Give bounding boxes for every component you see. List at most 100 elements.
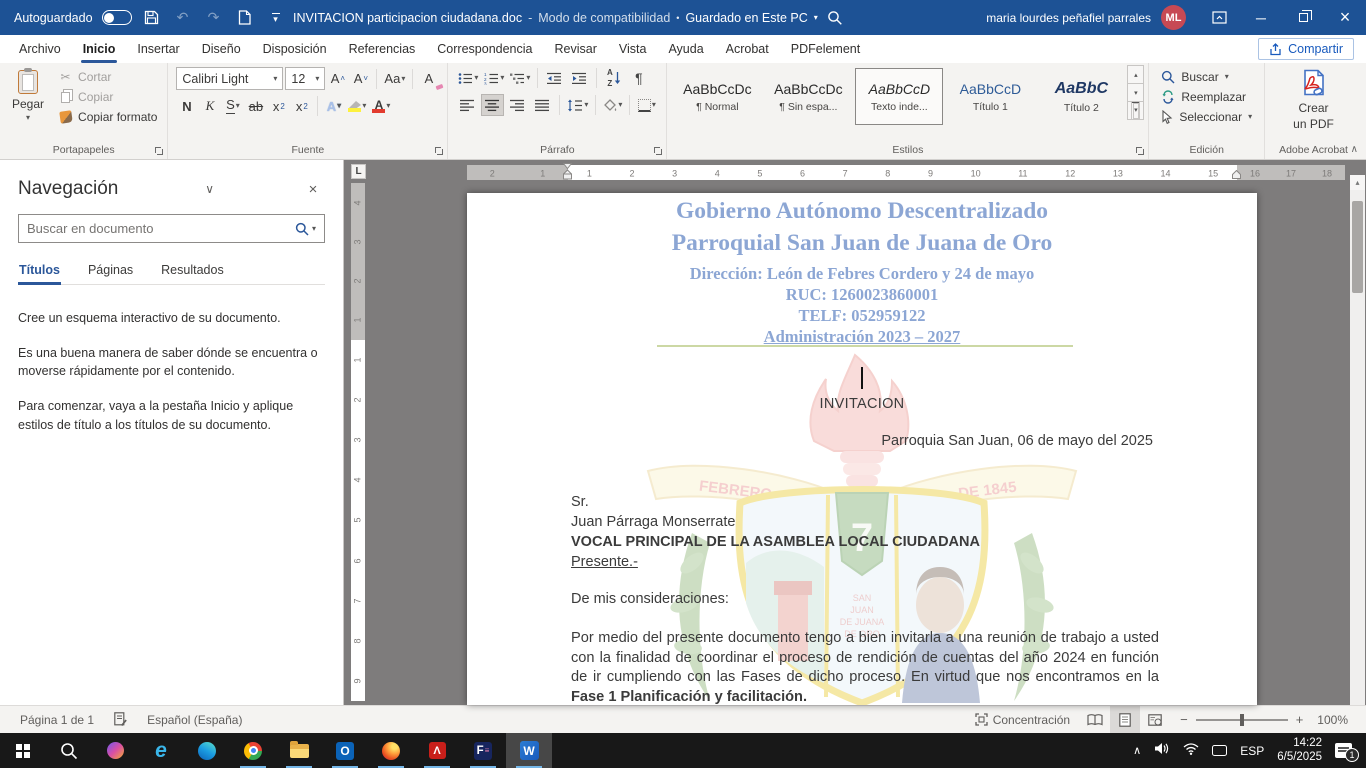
- replace-button[interactable]: Reemplazar: [1159, 88, 1254, 105]
- ribbon-display-options-icon[interactable]: [1198, 0, 1240, 35]
- superscript-button[interactable]: x2: [291, 95, 312, 117]
- shrink-font-button[interactable]: A˅: [350, 68, 371, 90]
- borders-button[interactable]: ▾: [635, 94, 658, 116]
- clipboard-dialog-launcher[interactable]: [154, 146, 164, 156]
- share-button[interactable]: Compartir: [1258, 38, 1354, 60]
- ribbon-tab[interactable]: Insertar: [126, 35, 190, 63]
- acrobat-icon[interactable]: Λ: [414, 733, 460, 768]
- tray-expand-icon[interactable]: ∧: [1133, 744, 1141, 757]
- ribbon-tab[interactable]: Revisar: [543, 35, 607, 63]
- restore-button[interactable]: [1282, 0, 1324, 35]
- user-name[interactable]: maria lourdes peñafiel parrales: [986, 11, 1151, 25]
- decrease-indent-button[interactable]: [543, 67, 566, 89]
- navigation-search-box[interactable]: ▾: [18, 214, 325, 243]
- clock[interactable]: 14:22 6/5/2025: [1277, 737, 1322, 764]
- language-indicator[interactable]: ESP: [1240, 744, 1264, 758]
- font-dialog-launcher[interactable]: [434, 146, 444, 156]
- avatar[interactable]: ML: [1161, 5, 1186, 30]
- chrome-icon[interactable]: [230, 733, 276, 768]
- ribbon-tab[interactable]: Correspondencia: [426, 35, 543, 63]
- increase-indent-button[interactable]: [568, 67, 591, 89]
- cut-button[interactable]: ✂Cortar: [54, 68, 161, 86]
- styles-more-icon[interactable]: ▾: [1127, 101, 1144, 120]
- scrollbar-thumb[interactable]: [1352, 201, 1363, 293]
- outlook-icon[interactable]: O: [322, 733, 368, 768]
- copilot-icon[interactable]: [92, 733, 138, 768]
- print-layout-icon[interactable]: [1110, 706, 1140, 733]
- style-card[interactable]: AaBbCcD Texto inde...: [855, 68, 943, 125]
- file-explorer-icon[interactable]: [276, 733, 322, 768]
- zoom-in-button[interactable]: +: [1296, 712, 1304, 727]
- ribbon-tab[interactable]: PDFelement: [780, 35, 871, 63]
- zoom-out-button[interactable]: −: [1180, 712, 1188, 727]
- bold-button[interactable]: N: [176, 95, 197, 117]
- ribbon-tab[interactable]: Disposición: [252, 35, 338, 63]
- sort-button[interactable]: AZ: [602, 67, 625, 89]
- wifi-icon[interactable]: [1183, 742, 1199, 760]
- strikethrough-button[interactable]: ab: [245, 95, 266, 117]
- page-number-status[interactable]: Página 1 de 1: [10, 706, 104, 733]
- vertical-ruler[interactable]: 4321 123456789: [351, 183, 365, 701]
- horizontal-ruler[interactable]: 21 123456789101112131415 161718: [467, 165, 1345, 180]
- taskbar-search-icon[interactable]: [46, 733, 92, 768]
- align-center-button[interactable]: [481, 94, 504, 116]
- change-case-button[interactable]: Aa▾: [382, 68, 407, 90]
- paragraph-dialog-launcher[interactable]: [653, 146, 663, 156]
- notification-center-icon[interactable]: 1: [1335, 743, 1352, 758]
- zoom-slider[interactable]: [1196, 719, 1288, 721]
- word-icon[interactable]: W: [506, 733, 552, 768]
- styles-scroll-down-icon[interactable]: ▾: [1127, 83, 1144, 102]
- shading-button[interactable]: ▾: [601, 94, 624, 116]
- internet-explorer-icon[interactable]: e: [138, 733, 184, 768]
- indent-marker[interactable]: [563, 163, 572, 184]
- ribbon-tab[interactable]: Inicio: [72, 35, 127, 63]
- style-card[interactable]: AaBbCcDc ¶ Sin espa...: [764, 68, 852, 125]
- zoom-slider-thumb[interactable]: [1240, 714, 1244, 726]
- scroll-up-icon[interactable]: ▴: [1350, 175, 1365, 190]
- show-marks-button[interactable]: ¶: [627, 67, 650, 89]
- proofing-icon[interactable]: [104, 706, 137, 733]
- select-button[interactable]: Seleccionar▾: [1159, 108, 1254, 125]
- ribbon-tab[interactable]: Ayuda: [657, 35, 714, 63]
- document-page[interactable]: FEBRERO DE 1845 7 SAN JUAN DE JUANA D: [467, 193, 1257, 705]
- display-cast-icon[interactable]: [1212, 745, 1227, 756]
- navigation-close-icon[interactable]: ×: [301, 181, 325, 198]
- document-icon[interactable]: [234, 6, 256, 30]
- navigation-tab[interactable]: Resultados: [160, 259, 225, 284]
- justify-button[interactable]: [531, 94, 554, 116]
- language-status[interactable]: Español (España): [137, 706, 252, 733]
- navigation-search-input[interactable]: [27, 221, 295, 236]
- underline-button[interactable]: S▾: [222, 95, 243, 117]
- format-painter-button[interactable]: Copiar formato: [54, 108, 161, 126]
- collapse-ribbon-icon[interactable]: ∧: [1351, 144, 1358, 155]
- document-title[interactable]: INVITACION participacion ciudadana.doc -…: [287, 11, 825, 25]
- font-size-select[interactable]: 12▾: [285, 67, 325, 90]
- align-right-button[interactable]: [506, 94, 529, 116]
- subscript-button[interactable]: x2: [268, 95, 289, 117]
- style-card[interactable]: AaBbCcD Título 1: [946, 68, 1034, 125]
- styles-dialog-launcher[interactable]: [1135, 146, 1145, 156]
- find-button[interactable]: Buscar▾: [1159, 68, 1254, 85]
- read-mode-icon[interactable]: [1080, 706, 1110, 733]
- zoom-level[interactable]: 100%: [1313, 713, 1356, 727]
- highlight-button[interactable]: ▾: [346, 95, 368, 117]
- ribbon-tab[interactable]: Vista: [608, 35, 658, 63]
- copy-button[interactable]: Copiar: [54, 88, 161, 106]
- font-color-button[interactable]: A▾: [370, 95, 392, 117]
- search-icon[interactable]: [824, 6, 846, 30]
- redo-icon[interactable]: ↷: [203, 6, 225, 30]
- align-left-button[interactable]: [456, 94, 479, 116]
- undo-icon[interactable]: ↶: [172, 6, 194, 30]
- navigation-tab[interactable]: Páginas: [87, 259, 134, 284]
- clear-formatting-button[interactable]: A: [418, 68, 439, 90]
- bullets-button[interactable]: ▾: [456, 67, 480, 89]
- font-name-select[interactable]: Calibri Light▾: [176, 67, 283, 90]
- firefox-icon[interactable]: [368, 733, 414, 768]
- focus-mode-button[interactable]: Concentración: [965, 706, 1080, 733]
- pdfelement-icon[interactable]: F≡: [460, 733, 506, 768]
- right-indent-marker[interactable]: [1232, 170, 1241, 181]
- navigation-search-icon[interactable]: ▾: [295, 222, 316, 236]
- style-card[interactable]: AaBbCcDc ¶ Normal: [673, 68, 761, 125]
- customize-quick-access-icon[interactable]: ▾: [265, 6, 287, 30]
- style-card[interactable]: AaBbC Título 2: [1037, 68, 1125, 125]
